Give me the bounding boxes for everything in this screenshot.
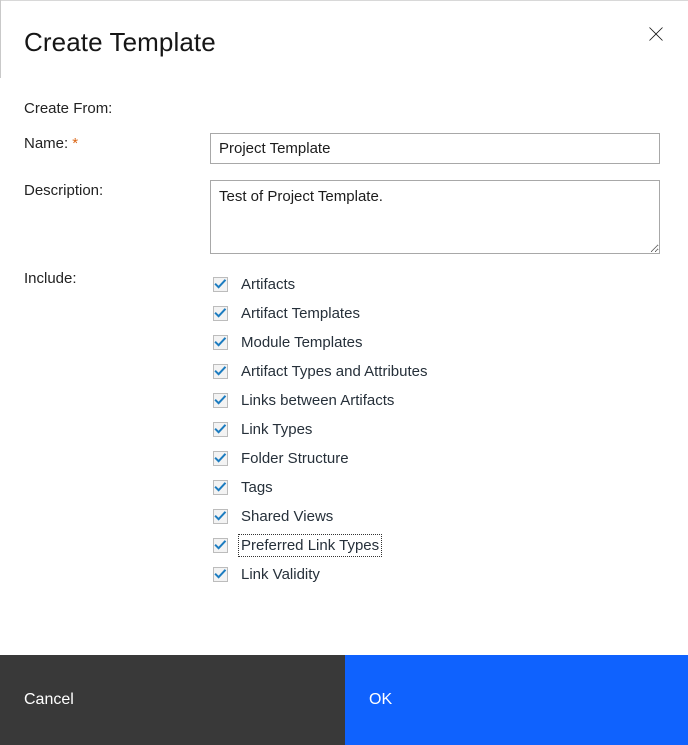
checkbox-checked-icon[interactable]: [213, 393, 228, 408]
dialog-body: Create From: Name:* Description: Test of…: [0, 78, 688, 655]
checkbox-checked-icon[interactable]: [213, 364, 228, 379]
include-label: Include:: [24, 270, 77, 287]
description-label: Description:: [24, 182, 104, 199]
include-checkbox-label: Link Validity: [241, 566, 320, 583]
checkbox-checked-icon[interactable]: [213, 538, 228, 553]
include-checkbox-label: Links between Artifacts: [241, 392, 395, 409]
checkbox-checked-icon[interactable]: [213, 451, 228, 466]
close-icon: [640, 26, 672, 42]
include-checkbox-label: Artifact Types and Attributes: [241, 363, 428, 380]
include-checkbox-label: Module Templates: [241, 334, 363, 351]
ok-button[interactable]: OK: [345, 655, 688, 745]
include-checkbox-label: Tags: [241, 479, 273, 496]
dialog-footer: Cancel OK: [0, 655, 688, 745]
include-checkbox-row[interactable]: Link Types: [213, 415, 643, 444]
include-checkbox-row[interactable]: Artifacts: [213, 270, 643, 299]
checkbox-checked-icon[interactable]: [213, 567, 228, 582]
checkbox-checked-icon[interactable]: [213, 306, 228, 321]
include-checkbox-label: Preferred Link Types: [237, 534, 383, 557]
checkbox-checked-icon[interactable]: [213, 277, 228, 292]
include-checkbox-label: Artifact Templates: [241, 305, 360, 322]
dialog-header: Create Template: [0, 0, 688, 78]
include-checkbox-label: Folder Structure: [241, 450, 349, 467]
include-checkbox-row[interactable]: Folder Structure: [213, 444, 643, 473]
create-from-label: Create From:: [24, 100, 113, 117]
required-asterisk: *: [72, 135, 79, 152]
include-checkbox-row[interactable]: Shared Views: [213, 502, 643, 531]
include-checkbox-label: Shared Views: [241, 508, 334, 525]
name-input[interactable]: [210, 133, 660, 164]
include-checkbox-label: Artifacts: [241, 276, 296, 293]
include-checkbox-row[interactable]: Link Validity: [213, 560, 643, 589]
cancel-button[interactable]: Cancel: [0, 655, 345, 745]
include-checkbox-row[interactable]: Module Templates: [213, 328, 643, 357]
checkbox-checked-icon[interactable]: [213, 480, 228, 495]
name-label-text: Name:: [24, 135, 69, 152]
include-checkbox-row[interactable]: Artifact Types and Attributes: [213, 357, 643, 386]
include-checkbox-row[interactable]: Preferred Link Types: [213, 531, 643, 560]
checkbox-checked-icon[interactable]: [213, 509, 228, 524]
include-checkbox-label: Link Types: [241, 421, 313, 438]
include-checkbox-row[interactable]: Links between Artifacts: [213, 386, 643, 415]
include-checkbox-row[interactable]: Tags: [213, 473, 643, 502]
checkbox-checked-icon[interactable]: [213, 335, 228, 350]
include-checkbox-row[interactable]: Artifact Templates: [213, 299, 643, 328]
description-textarea[interactable]: Test of Project Template.: [210, 180, 660, 254]
name-label: Name: *: [24, 134, 78, 154]
checkbox-checked-icon[interactable]: [213, 422, 228, 437]
include-checkbox-list: Artifacts Artifact Templates Module Templa…: [213, 270, 643, 589]
close-button[interactable]: [640, 18, 672, 50]
dialog-title: Create Template: [24, 27, 216, 57]
create-template-dialog: Create Template Create From: Name:* Desc…: [0, 0, 688, 745]
